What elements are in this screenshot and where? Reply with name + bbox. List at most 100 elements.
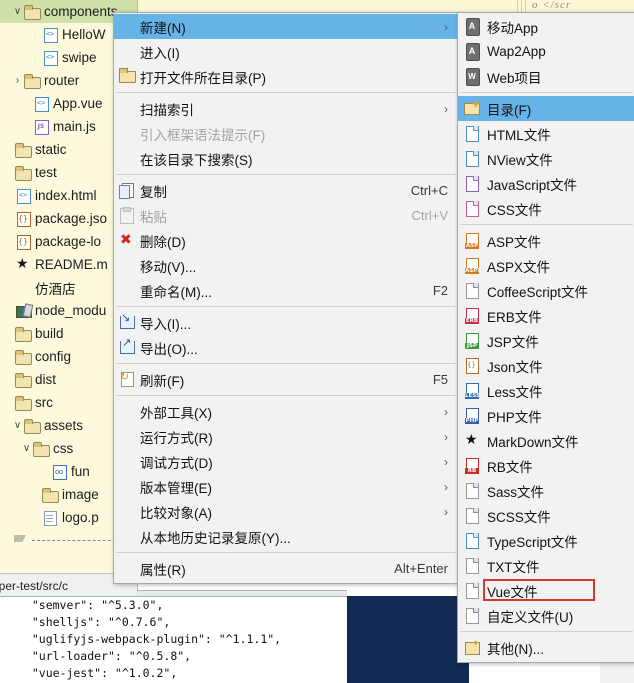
submenu-item[interactable]: Json文件 — [458, 353, 634, 378]
submenu-item[interactable]: Web项目 — [458, 64, 634, 89]
context-menu-item[interactable]: 移动(V)... — [114, 253, 458, 278]
context-menu-item[interactable]: 属性(R) Alt+Enter — [114, 556, 458, 581]
menu-separator — [460, 631, 633, 632]
context-menu-item[interactable]: 扫描索引 › — [114, 96, 458, 121]
tree-icon-placeholder — [15, 280, 32, 295]
submenu-item-label: Vue文件 — [487, 584, 538, 600]
chevron-right-icon[interactable]: › — [11, 75, 24, 86]
project-context-menu[interactable]: 新建(N) › 进入(I) 打开文件所在目录(P) 扫描索引 › 引入框架语法提示(F) 在该… — [113, 12, 459, 584]
menu-separator — [116, 552, 456, 553]
submenu-item[interactable]: ASPX文件 — [458, 253, 634, 278]
submenu-item[interactable]: 目录(F) — [458, 96, 634, 121]
context-menu-item-shortcut: Alt+Enter — [394, 561, 448, 576]
submenu-item-label: 目录(F) — [487, 102, 532, 118]
context-menu-item[interactable]: 导出(O)... — [114, 335, 458, 360]
submenu-item-label: MarkDown文件 — [487, 434, 579, 450]
submenu-item-label: ASPX文件 — [487, 259, 551, 275]
context-menu-item-label: 打开文件所在目录(P) — [140, 70, 266, 86]
context-menu-item[interactable]: 打开文件所在目录(P) — [114, 64, 458, 89]
delete-icon — [118, 231, 136, 249]
submenu-item-label: 其他(N)... — [487, 641, 544, 657]
rb-file-icon — [463, 457, 481, 474]
chevron-down-icon[interactable]: ∨ — [11, 6, 24, 17]
submenu-item-label: HTML文件 — [487, 127, 551, 143]
code-line: "vue-jest": "^1.0.2", — [18, 666, 178, 680]
markdown-file-icon — [463, 431, 481, 449]
context-menu-item-label: 运行方式(R) — [140, 430, 213, 446]
submenu-item-label: ERB文件 — [487, 309, 542, 325]
folder-icon — [42, 487, 59, 503]
submenu-item-label: Wap2App — [487, 44, 546, 59]
menu-separator — [460, 92, 633, 93]
submenu-item[interactable]: PHP文件 — [458, 403, 634, 428]
submenu-item[interactable]: ASP文件 — [458, 228, 634, 253]
chevron-right-icon: › — [444, 479, 448, 494]
context-menu-item[interactable]: 比较对象(A) › — [114, 499, 458, 524]
submenu-item-label: Sass文件 — [487, 484, 545, 500]
tree-item-label: package.jso — [35, 211, 108, 226]
submenu-item[interactable]: Less文件 — [458, 378, 634, 403]
paste-icon — [118, 207, 136, 224]
context-menu-item[interactable]: 外部工具(X) › — [114, 399, 458, 424]
js-file-icon — [463, 175, 481, 192]
json-file-icon — [15, 234, 32, 250]
context-menu-item[interactable]: 重命名(M)... F2 — [114, 278, 458, 303]
folder-icon — [15, 326, 32, 342]
typescript-file-icon — [463, 532, 481, 549]
tree-item-label: node_modu — [35, 303, 107, 318]
less-file-icon — [463, 382, 481, 399]
submenu-item[interactable]: HTML文件 — [458, 121, 634, 146]
submenu-item[interactable]: ERB文件 — [458, 303, 634, 328]
submenu-item[interactable]: CSS文件 — [458, 196, 634, 221]
star-icon — [15, 255, 32, 272]
coffeescript-file-icon — [463, 282, 481, 299]
submenu-item[interactable]: 自定义文件(U) — [458, 603, 634, 628]
submenu-item[interactable]: JavaScript文件 — [458, 171, 634, 196]
submenu-item[interactable]: NView文件 — [458, 146, 634, 171]
submenu-item[interactable]: Vue文件 — [458, 578, 634, 603]
tree-item-label: css — [53, 441, 74, 456]
status-bar-path: iper-test/src/c — [0, 578, 69, 593]
context-menu-item-label: 导入(I)... — [140, 316, 191, 332]
submenu-item[interactable]: MarkDown文件 — [458, 428, 634, 453]
chevron-down-icon[interactable]: ∨ — [20, 443, 33, 454]
app-window: o </scr ∨ components HelloW swipe › router App… — [0, 0, 634, 683]
submenu-item-label: CoffeeScript文件 — [487, 284, 589, 300]
context-menu-item[interactable]: 导入(I)... — [114, 310, 458, 335]
new-item-submenu[interactable]: 移动App Wap2App Web项目目录(F) HTML文件 NView文件 JavaS… — [457, 12, 634, 663]
tree-item-label: package-lo — [35, 234, 102, 249]
context-menu-item[interactable]: 刷新(F) F5 — [114, 367, 458, 392]
context-menu-item[interactable]: 新建(N) › — [114, 14, 458, 39]
context-menu-item[interactable]: 删除(D) — [114, 228, 458, 253]
submenu-item[interactable]: RB文件 — [458, 453, 634, 478]
folder-icon — [24, 73, 41, 89]
context-menu-item-shortcut: F5 — [432, 372, 448, 387]
folder-icon — [24, 4, 41, 20]
tree-item-label: App.vue — [53, 96, 103, 111]
tree-item-label: 仿酒店 — [35, 281, 76, 297]
tree-item-label: src — [35, 395, 53, 410]
submenu-item[interactable]: 移动App — [458, 14, 634, 39]
context-menu-item[interactable]: 版本管理(E) › — [114, 474, 458, 499]
submenu-item[interactable]: TXT文件 — [458, 553, 634, 578]
context-menu-item[interactable]: 从本地历史记录复原(Y)... — [114, 524, 458, 549]
context-menu-item[interactable]: 进入(I) — [114, 39, 458, 64]
submenu-item[interactable]: JSP文件 — [458, 328, 634, 353]
submenu-item[interactable]: Wap2App — [458, 39, 634, 64]
chevron-right-icon: › — [444, 504, 448, 519]
submenu-item[interactable]: TypeScript文件 — [458, 528, 634, 553]
context-menu-item[interactable]: 在该目录下搜索(S) — [114, 146, 458, 171]
context-menu-item-shortcut: Ctrl+C — [410, 183, 448, 198]
tree-item-label: config — [35, 349, 72, 364]
context-menu-item[interactable]: 复制 Ctrl+C — [114, 178, 458, 203]
submenu-item[interactable]: 其他(N)... — [458, 635, 634, 660]
submenu-item[interactable]: Sass文件 — [458, 478, 634, 503]
context-menu-item[interactable]: 运行方式(R) › — [114, 424, 458, 449]
context-menu-item[interactable]: 调试方式(D) › — [114, 449, 458, 474]
tree-item-label: README.m — [35, 257, 108, 272]
submenu-item[interactable]: SCSS文件 — [458, 503, 634, 528]
aspx-file-icon — [463, 257, 481, 274]
submenu-item[interactable]: CoffeeScript文件 — [458, 278, 634, 303]
web-project-icon — [463, 68, 481, 86]
chevron-down-icon[interactable]: ∨ — [11, 420, 24, 431]
